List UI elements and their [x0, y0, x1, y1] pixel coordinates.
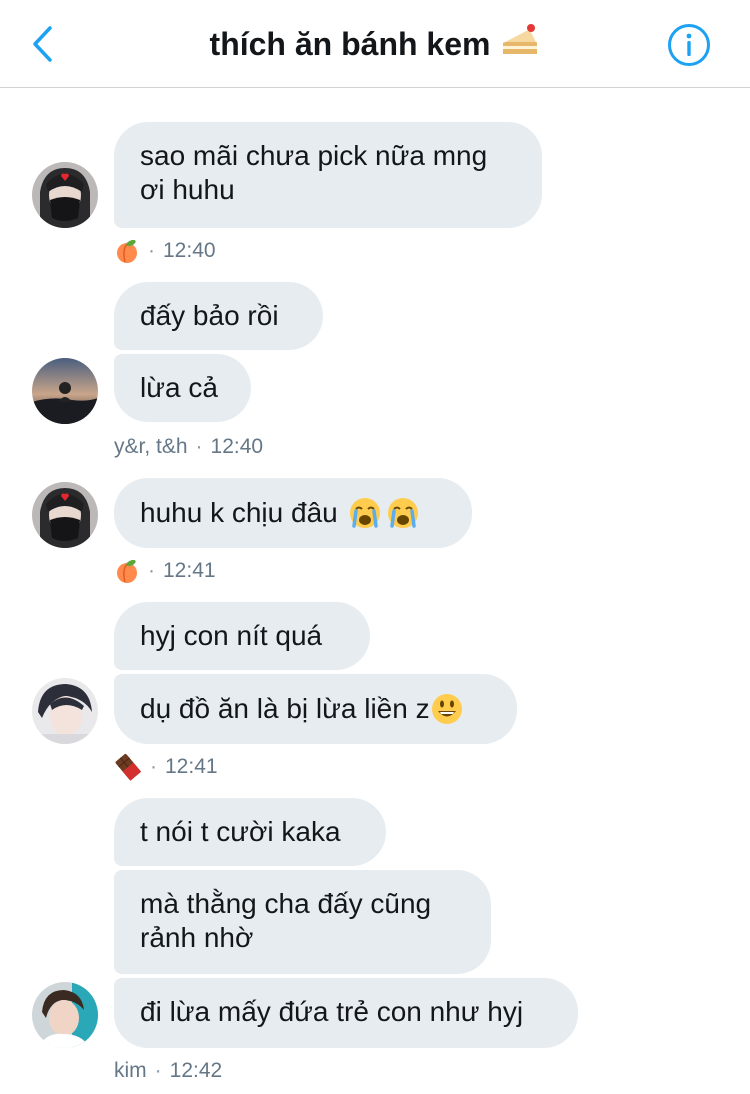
chocolate-emoji: [114, 753, 142, 781]
message-bubble[interactable]: sao mãi chưa pick nữa mng ơi huhu: [114, 122, 542, 228]
conversation-header: thích ăn bánh kem: [0, 0, 750, 88]
message-bubble[interactable]: mà thằng cha đấy cũng rảnh nhờ: [114, 870, 491, 974]
message-text: đấy bảo rồi: [140, 300, 279, 331]
message-text-line: ơi huhu: [140, 174, 235, 205]
message-meta: · 12:41: [114, 556, 216, 586]
conversation-title-text: thích ăn bánh kem: [209, 25, 491, 62]
message-bubble[interactable]: đi lừa mấy đứa trẻ con như hyj: [114, 978, 578, 1048]
message-text: huhu k chịu đâu: [140, 497, 338, 528]
message-text-line: sao mãi chưa pick nữa mng: [140, 140, 488, 171]
message-text: t nói t cười kaka: [140, 816, 341, 847]
message-text-line: rảnh nhờ: [140, 922, 254, 953]
info-button[interactable]: [666, 22, 712, 68]
message-text: dụ đồ ăn là bị lừa liền z: [140, 693, 430, 724]
crying-emoji: [386, 496, 420, 530]
message-bubble[interactable]: hyj con nít quá: [114, 602, 370, 670]
avatar[interactable]: [32, 482, 98, 548]
cake-emoji: [500, 22, 540, 66]
message-bubble[interactable]: huhu k chịu đâu: [114, 478, 472, 548]
avatar[interactable]: [32, 162, 98, 228]
message-time: 12:40: [163, 239, 216, 262]
sender-label: kim: [114, 1059, 147, 1082]
message-time: 12:41: [165, 755, 218, 778]
message-time: 12:41: [163, 559, 216, 582]
info-icon: [668, 24, 710, 66]
message-meta: · 12:41: [114, 752, 218, 782]
peach-emoji: [114, 238, 140, 264]
message-meta: · 12:40: [114, 236, 216, 266]
message-text: hyj con nít quá: [140, 620, 323, 651]
message-bubble[interactable]: lừa cả: [114, 354, 251, 422]
avatar[interactable]: [32, 982, 98, 1048]
avatar[interactable]: [32, 678, 98, 744]
message-meta: kim · 12:42: [114, 1059, 223, 1082]
message-bubble[interactable]: t nói t cười kaka: [114, 798, 386, 866]
message-text: lừa cả: [140, 372, 218, 403]
message-meta: y&r, t&h · 12:40: [114, 435, 264, 458]
avatar[interactable]: [32, 358, 98, 424]
message-time: 12:42: [169, 1059, 223, 1082]
sender-label: y&r, t&h: [114, 435, 188, 458]
peach-emoji: [114, 558, 140, 584]
message-text: đi lừa mấy đứa trẻ con như hyj: [140, 996, 524, 1027]
message-text-line: mà thằng cha đấy cũng: [140, 888, 432, 919]
message-time: 12:40: [210, 435, 264, 458]
smiley-emoji: [430, 692, 464, 726]
message-bubble[interactable]: đấy bảo rồi: [114, 282, 323, 350]
conversation-title: thích ăn bánh kem: [0, 22, 750, 66]
message-bubble[interactable]: dụ đồ ăn là bị lừa liền z: [114, 674, 517, 744]
crying-emoji: [348, 496, 382, 530]
